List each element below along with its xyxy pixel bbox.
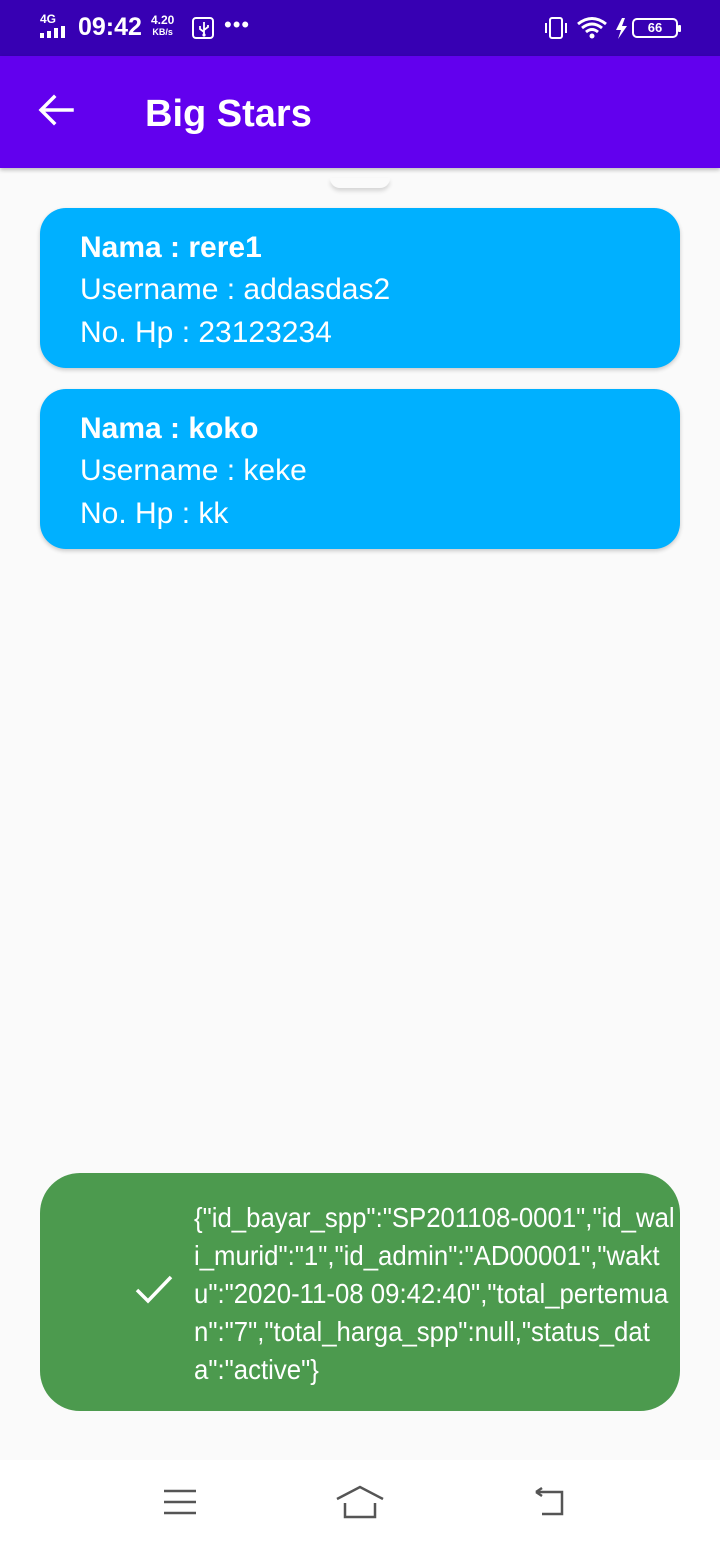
student-name: Nama : rere1	[80, 231, 262, 264]
student-phone: No. Hp : 23123234	[80, 316, 332, 349]
battery-level: 66	[647, 20, 663, 35]
arrow-left-icon	[38, 94, 74, 126]
vibrate-icon	[545, 17, 567, 39]
more-notifications-icon: •••	[224, 12, 251, 37]
back-nav-button[interactable]	[518, 1480, 578, 1524]
app-bar: Big Stars	[0, 56, 720, 168]
navigation-bar	[0, 1460, 720, 1544]
system-icons	[544, 14, 630, 42]
pull-to-refresh-indicator	[330, 178, 390, 188]
home-button[interactable]	[330, 1480, 390, 1524]
page-title: Big Stars	[145, 93, 312, 135]
wifi-icon	[577, 17, 607, 39]
back-icon	[535, 1486, 564, 1516]
usb-debug-icon	[192, 17, 214, 39]
home-icon	[336, 1485, 384, 1519]
student-username: Username : addasdas2	[80, 273, 391, 306]
check-icon	[135, 1275, 173, 1304]
status-bar: 4G 09:42 4.20 KB/s ••• 66	[0, 0, 720, 56]
menu-icon	[164, 1489, 196, 1515]
back-button[interactable]	[28, 82, 84, 138]
toast-message: {"id_bayar_spp":"SP201108-0001","id_wali…	[194, 1202, 675, 1385]
network-type: 4G	[40, 12, 57, 26]
student-name: Nama : koko	[80, 412, 259, 445]
speed-value: 4.20	[151, 13, 175, 27]
menu-button[interactable]	[150, 1480, 210, 1524]
success-toast: {"id_bayar_spp":"SP201108-0001","id_wali…	[40, 1173, 680, 1411]
charging-icon	[616, 18, 627, 39]
student-card[interactable]: Nama : koko Username : keke No. Hp : kk	[40, 389, 680, 549]
speed-unit: KB/s	[152, 27, 173, 37]
network-speed: 4.20 KB/s	[151, 14, 174, 38]
student-username: Username : keke	[80, 454, 307, 487]
signal-icon	[40, 26, 70, 38]
student-card[interactable]: Nama : rere1 Username : addasdas2 No. Hp…	[40, 208, 680, 368]
battery-icon: 66	[632, 18, 681, 38]
student-phone: No. Hp : kk	[80, 497, 229, 530]
clock: 09:42	[78, 13, 142, 41]
